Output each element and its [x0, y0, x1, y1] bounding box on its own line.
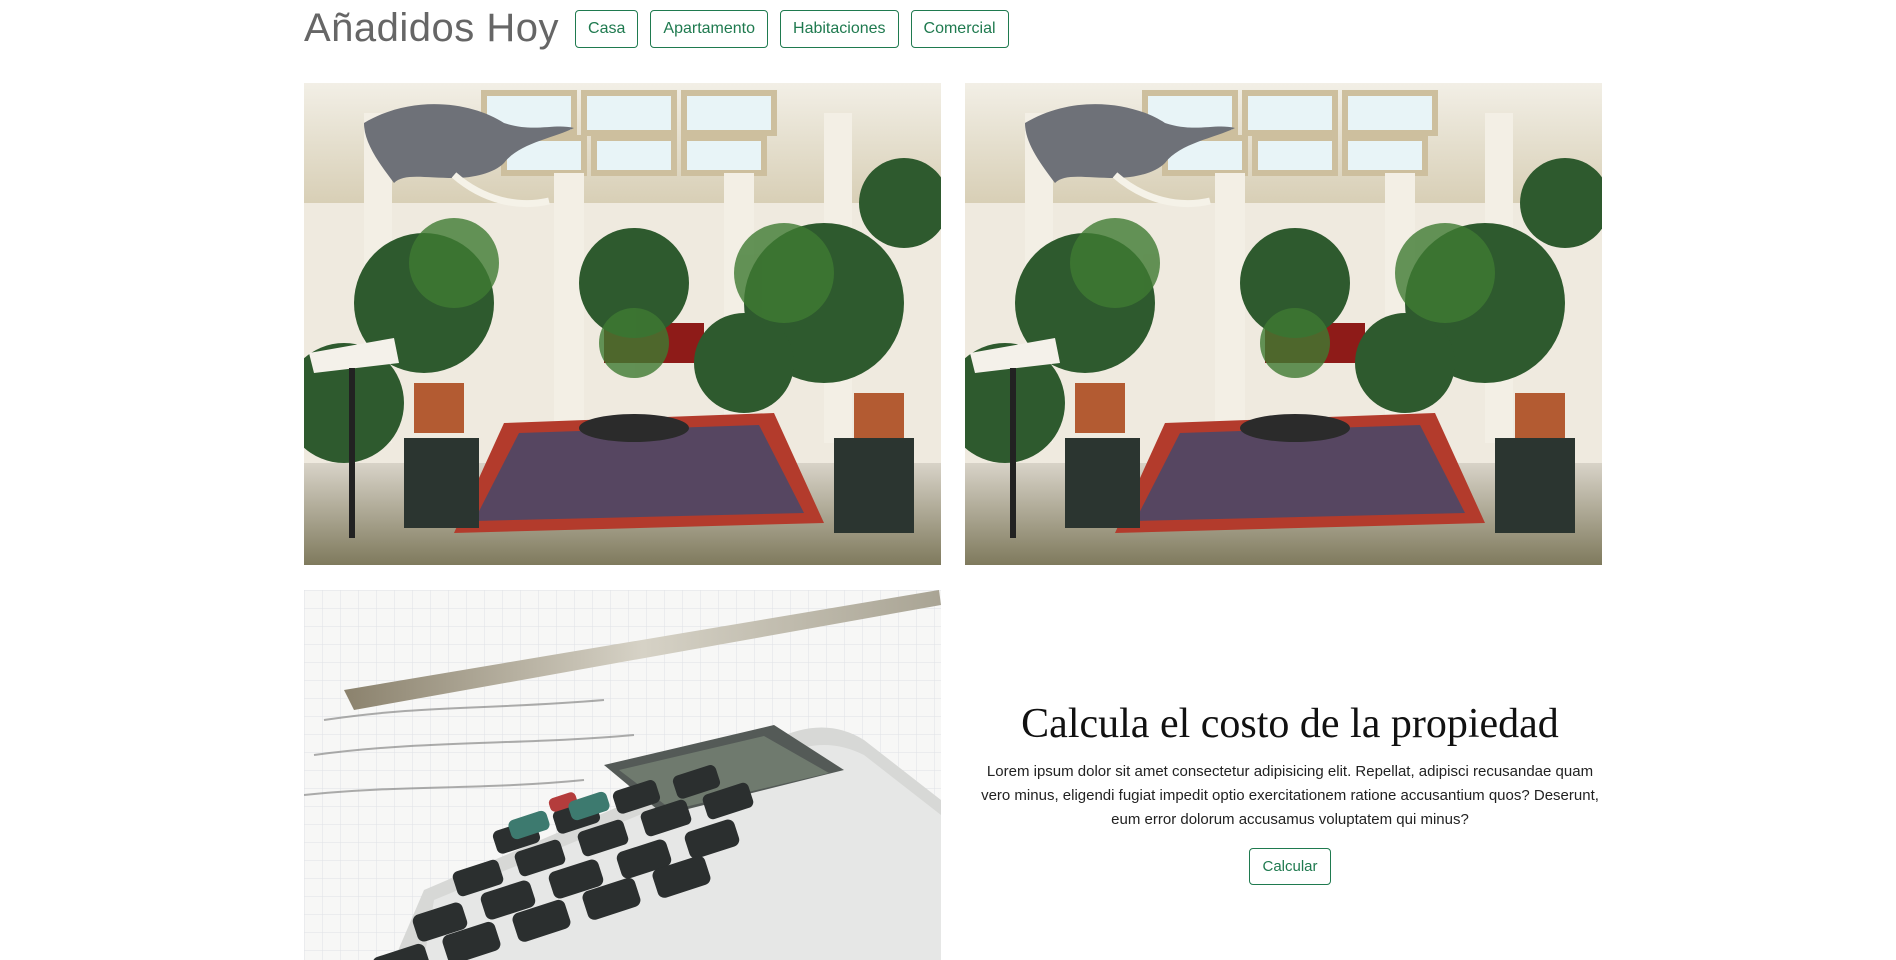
filter-habitaciones-button[interactable]: Habitaciones — [780, 9, 899, 48]
filter-comercial-button[interactable]: Comercial — [910, 9, 1009, 48]
page-title: Añadidos Hoy — [304, 6, 560, 50]
listing-image-2[interactable] — [965, 83, 1602, 565]
calculator-title: Calcula el costo de la propiedad — [1021, 701, 1559, 747]
interior-photo — [304, 83, 941, 565]
calculator-image — [304, 590, 941, 960]
calculator-photo — [304, 590, 941, 960]
calcular-button[interactable]: Calcular — [1249, 848, 1331, 885]
calculator-description: Lorem ipsum dolor sit amet consectetur a… — [981, 763, 1599, 828]
interior-photo — [965, 83, 1602, 565]
page: Añadidos Hoy Casa Apartamento Habitacion… — [0, 0, 1896, 960]
calculator-section: Calcula el costo de la propiedad Lorem i… — [960, 700, 1620, 885]
filter-casa-button[interactable]: Casa — [575, 9, 639, 48]
filter-apartamento-button[interactable]: Apartamento — [650, 9, 769, 48]
listing-image-1[interactable] — [304, 83, 941, 565]
header: Añadidos Hoy Casa Apartamento Habitacion… — [304, 6, 1009, 51]
